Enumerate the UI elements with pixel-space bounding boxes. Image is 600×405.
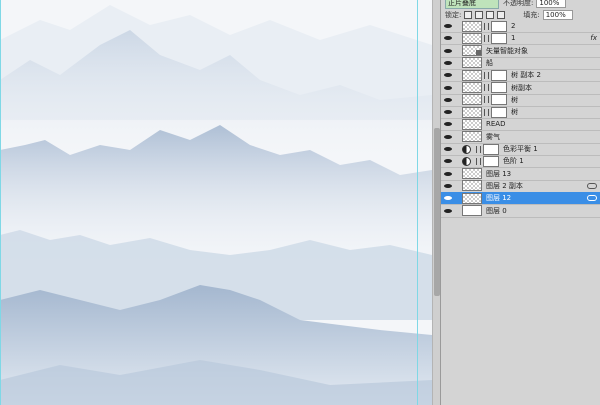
linked-layer-icon xyxy=(587,182,597,189)
layer-row[interactable]: 2 xyxy=(441,20,600,33)
visibility-eye-icon[interactable] xyxy=(444,34,452,42)
mask-link-chain-icon[interactable] xyxy=(484,96,489,104)
visibility-eye-icon[interactable] xyxy=(444,22,452,30)
layer-mask-thumbnail[interactable] xyxy=(491,82,507,93)
layer-thumbnail[interactable] xyxy=(462,94,482,106)
mask-link-chain-icon[interactable] xyxy=(484,84,489,91)
layer-row[interactable]: 色彩平衡 1 xyxy=(441,143,600,156)
fill-label: 填充: xyxy=(523,11,540,19)
layer-thumbnail[interactable] xyxy=(462,106,482,118)
layer-row[interactable]: 图层 13 xyxy=(441,168,600,181)
layer-mask-thumbnail[interactable] xyxy=(483,143,499,155)
guide-line-right[interactable] xyxy=(417,0,418,405)
visibility-eye-icon[interactable] xyxy=(444,207,452,215)
visibility-eye-icon[interactable] xyxy=(444,47,452,55)
guide-line-left[interactable] xyxy=(0,0,1,405)
visibility-eye-icon[interactable] xyxy=(444,108,452,116)
layer-name[interactable]: 1 xyxy=(511,34,515,42)
layer-thumbnail[interactable] xyxy=(462,180,482,192)
mask-link-chain-icon[interactable] xyxy=(476,157,481,165)
layer-name[interactable]: 色彩平衡 1 xyxy=(503,144,538,154)
visibility-eye-icon[interactable] xyxy=(444,145,452,153)
mask-link-chain-icon[interactable] xyxy=(484,34,489,42)
layer-row[interactable]: 矢量智能对象 xyxy=(441,45,600,58)
layer-mask-thumbnail[interactable] xyxy=(491,94,507,106)
layer-thumbnail[interactable] xyxy=(462,168,482,180)
lock-label: 锁定: xyxy=(445,11,462,19)
visibility-eye-icon[interactable] xyxy=(444,59,452,67)
layer-name[interactable]: 色阶 1 xyxy=(503,156,524,166)
layer-name[interactable]: 图层 13 xyxy=(486,169,511,179)
document-canvas[interactable] xyxy=(0,0,432,405)
visibility-eye-icon[interactable] xyxy=(444,157,452,165)
layer-thumbnail[interactable] xyxy=(462,20,482,32)
layer-thumbnail[interactable] xyxy=(462,205,482,216)
layer-row[interactable]: 树 xyxy=(441,106,600,120)
visibility-eye-icon[interactable] xyxy=(444,170,452,178)
lock-position-icon[interactable] xyxy=(486,11,495,19)
visibility-eye-icon[interactable] xyxy=(444,120,452,128)
layers-panel: 正片叠底 不透明度: 100% 锁定: 填充: 100% 2 1 fx 矢量智能对象船… xyxy=(440,0,600,405)
layer-thumbnail[interactable] xyxy=(462,118,482,130)
mask-link-chain-icon[interactable] xyxy=(484,71,489,79)
layer-mask-thumbnail[interactable] xyxy=(491,32,507,44)
layer-name[interactable]: 图层 12 xyxy=(486,193,511,203)
layer-thumbnail[interactable] xyxy=(462,69,482,81)
layer-thumbnail[interactable] xyxy=(462,82,482,93)
layer-row[interactable]: 树 xyxy=(441,94,600,107)
fill-input[interactable]: 100% xyxy=(542,10,573,20)
adjustment-layer-icon xyxy=(462,156,471,166)
blend-mode-select[interactable]: 正片叠底 xyxy=(445,0,499,9)
layer-mask-thumbnail[interactable] xyxy=(483,155,499,167)
layer-row[interactable]: 图层 12 xyxy=(441,192,600,206)
lock-paint-icon[interactable] xyxy=(475,11,484,19)
layer-thumbnail[interactable] xyxy=(462,131,482,143)
layer-thumbnail[interactable] xyxy=(462,57,482,69)
layer-row[interactable]: 图层 0 xyxy=(441,205,600,218)
blend-options-row: 正片叠底 不透明度: 100% xyxy=(441,0,600,9)
layer-name[interactable]: 树 xyxy=(511,95,518,105)
layer-mask-thumbnail[interactable] xyxy=(491,20,507,32)
adjustment-layer-icon xyxy=(462,144,471,154)
layer-name[interactable]: 图层 2 副本 xyxy=(486,181,523,191)
ink-mountain-artwork xyxy=(0,5,432,405)
mask-link-chain-icon[interactable] xyxy=(484,22,489,30)
layer-name[interactable]: 雾气 xyxy=(486,132,500,142)
layer-name[interactable]: 图层 0 xyxy=(486,206,507,216)
layer-row[interactable]: 树 副本 2 xyxy=(441,69,600,83)
layer-mask-thumbnail[interactable] xyxy=(491,106,507,118)
layer-row[interactable]: 1 fx xyxy=(441,32,600,46)
layer-row[interactable]: READ xyxy=(441,118,600,132)
layer-thumbnail[interactable] xyxy=(462,45,482,57)
layer-row[interactable]: 雾气 xyxy=(441,131,600,144)
lock-transparency-icon[interactable] xyxy=(464,11,473,19)
visibility-eye-icon[interactable] xyxy=(444,133,452,141)
layer-thumbnail[interactable] xyxy=(462,32,482,44)
layer-name[interactable]: 树 副本 2 xyxy=(511,70,541,80)
linked-layer-icon xyxy=(587,195,597,202)
visibility-eye-icon[interactable] xyxy=(444,182,452,190)
visibility-eye-icon[interactable] xyxy=(444,84,452,92)
layer-row[interactable]: 图层 2 副本 xyxy=(441,180,600,193)
layer-name[interactable]: 树副本 xyxy=(511,83,532,93)
layer-effects-fx-icon[interactable]: fx xyxy=(590,34,597,42)
mask-link-chain-icon[interactable] xyxy=(484,108,489,116)
layer-thumbnail[interactable] xyxy=(462,192,482,204)
layer-mask-thumbnail[interactable] xyxy=(491,69,507,81)
mask-link-chain-icon[interactable] xyxy=(476,145,481,153)
layer-name[interactable]: 矢量智能对象 xyxy=(486,46,528,56)
visibility-eye-icon[interactable] xyxy=(444,71,452,79)
layer-name[interactable]: 2 xyxy=(511,22,515,30)
lock-all-icon[interactable] xyxy=(497,11,506,19)
visibility-eye-icon[interactable] xyxy=(444,96,452,104)
layer-row[interactable]: 色阶 1 xyxy=(441,155,600,169)
opacity-input[interactable]: 100% xyxy=(536,0,567,8)
layer-name[interactable]: READ xyxy=(486,120,505,128)
layer-row[interactable]: 树副本 xyxy=(441,82,600,95)
opacity-label: 不透明度: xyxy=(503,0,534,7)
layer-row[interactable]: 船 xyxy=(441,57,600,70)
layer-name[interactable]: 树 xyxy=(511,107,518,117)
visibility-eye-icon[interactable] xyxy=(444,194,452,202)
layer-name[interactable]: 船 xyxy=(486,58,493,68)
